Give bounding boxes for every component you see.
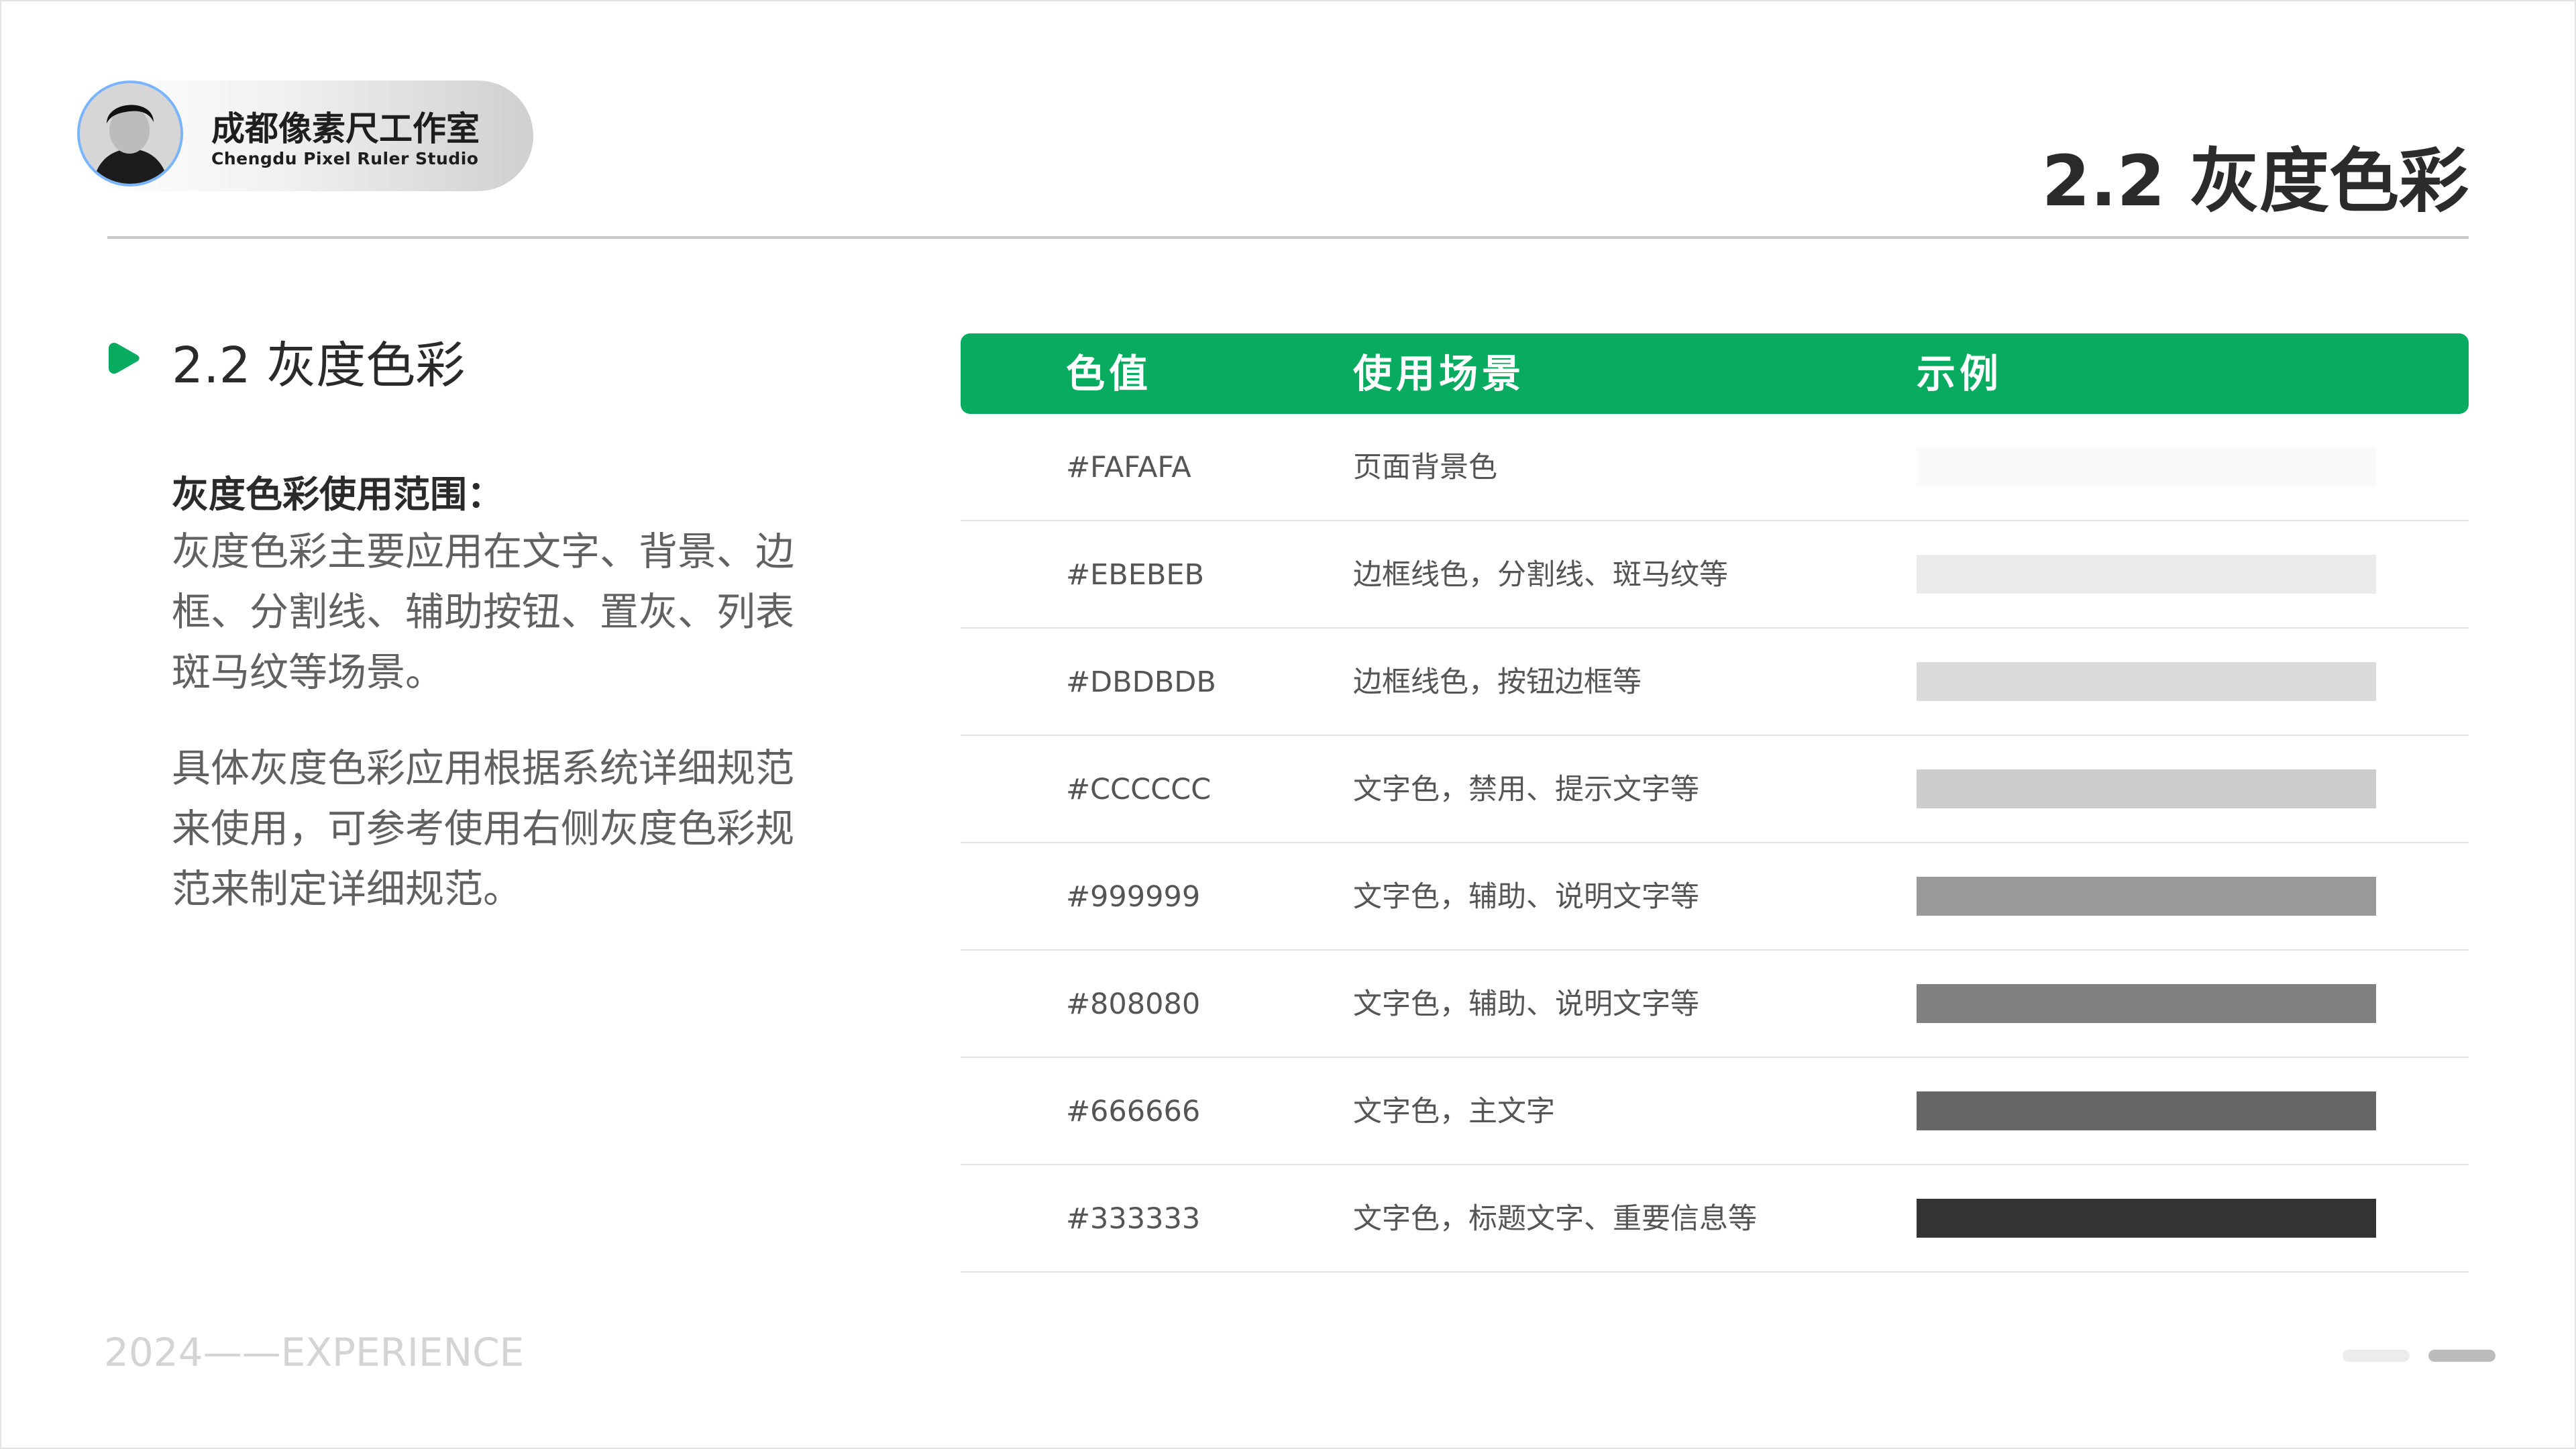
color-usage: 文字色，辅助、说明文字等 <box>1353 880 1699 914</box>
color-usage: 边框线色，按钮边框等 <box>1353 665 1642 699</box>
header-divider <box>107 236 2469 239</box>
header-usage: 使用场景 <box>1353 351 1525 396</box>
avatar-portrait <box>80 83 180 184</box>
play-icon <box>109 343 140 374</box>
usage-description: 灰度色彩主要应用在文字、背景、边框、分割线、辅助按钮、置灰、列表斑马纹等场景。 <box>172 529 795 695</box>
color-usage: 边框线色，分割线、斑马纹等 <box>1353 558 1728 592</box>
avatar <box>77 80 183 186</box>
table-header: 色值 使用场景 示例 <box>961 333 2469 414</box>
color-value: #FAFAFA <box>1066 451 1191 484</box>
color-swatch <box>1917 555 2376 594</box>
usage-note: 具体灰度色彩应用根据系统详细规范来使用，可参考使用右侧灰度色彩规范来制定详细规范… <box>172 745 795 912</box>
color-swatch <box>1917 1091 2376 1130</box>
table-row: #CCCCCC 文字色，禁用、提示文字等 <box>961 736 2469 843</box>
color-swatch <box>1917 662 2376 701</box>
color-usage: 文字色，主文字 <box>1353 1095 1555 1128</box>
studio-subtitle: Chengdu Pixel Ruler Studio <box>211 149 479 168</box>
studio-name: 成都像素尺工作室 <box>211 109 480 148</box>
section-title: 2.2 灰度色彩 <box>172 337 466 394</box>
color-value: #DBDBDB <box>1066 665 1216 699</box>
color-swatch <box>1917 1199 2376 1238</box>
table-row: #666666 文字色，主文字 <box>961 1058 2469 1165</box>
pagination-dot[interactable] <box>2343 1350 2410 1362</box>
color-swatch <box>1917 877 2376 916</box>
header-value: 色值 <box>1066 351 1152 396</box>
table-row: #999999 文字色，辅助、说明文字等 <box>961 843 2469 951</box>
page-title: 2.2 灰度色彩 <box>2041 140 2469 222</box>
color-value: #333333 <box>1066 1202 1201 1236</box>
color-swatch <box>1917 984 2376 1023</box>
table-row: #DBDBDB 边框线色，按钮边框等 <box>961 629 2469 736</box>
color-value: #808080 <box>1066 987 1201 1021</box>
color-usage: 文字色，禁用、提示文字等 <box>1353 773 1699 806</box>
table-row: #FAFAFA 页面背景色 <box>961 414 2469 521</box>
brand-badge: 成都像素尺工作室 Chengdu Pixel Ruler Studio <box>77 80 533 191</box>
footer-experience: 2024——EXPERIENCE <box>104 1330 525 1375</box>
color-swatch <box>1917 769 2376 808</box>
color-usage: 文字色，辅助、说明文字等 <box>1353 987 1699 1021</box>
header-example: 示例 <box>1917 351 2003 396</box>
color-swatch <box>1917 447 2376 486</box>
table-row: #333333 文字色，标题文字、重要信息等 <box>961 1165 2469 1273</box>
color-value: #EBEBEB <box>1066 558 1205 592</box>
color-value: #999999 <box>1066 880 1201 914</box>
gray-color-table: 色值 使用场景 示例 #FAFAFA 页面背景色 #EBEBEB 边框线色，分割… <box>961 333 2469 1273</box>
color-usage: 页面背景色 <box>1353 451 1497 484</box>
table-row: #EBEBEB 边框线色，分割线、斑马纹等 <box>961 521 2469 629</box>
color-value: #CCCCCC <box>1066 773 1212 806</box>
color-value: #666666 <box>1066 1095 1201 1128</box>
usage-heading: 灰度色彩使用范围： <box>172 473 504 516</box>
table-row: #808080 文字色，辅助、说明文字等 <box>961 951 2469 1058</box>
color-usage: 文字色，标题文字、重要信息等 <box>1353 1202 1757 1236</box>
pagination-dot-active[interactable] <box>2428 1350 2496 1362</box>
